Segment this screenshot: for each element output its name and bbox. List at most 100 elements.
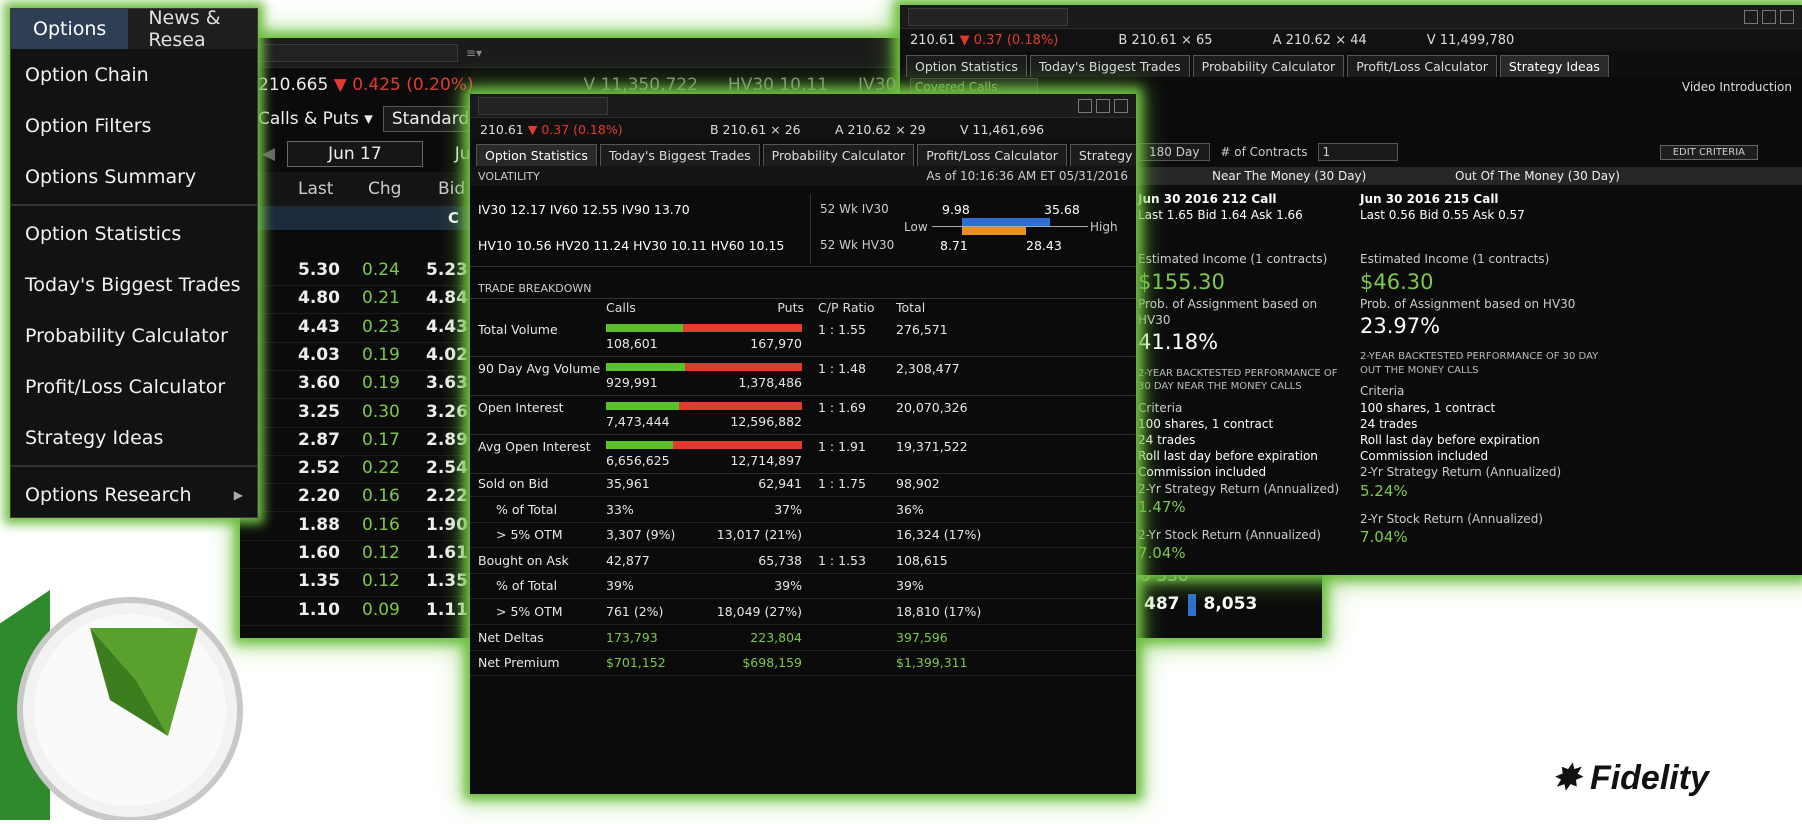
tab-profit-loss-calculator[interactable]: Profit/Loss Calculator	[1347, 55, 1497, 77]
row-divider	[470, 521, 1136, 523]
chain-row[interactable]: 4.03 0.19 4.02	[240, 345, 480, 371]
quote-bid: B 210.61 × 65	[1118, 32, 1213, 48]
layout-menu-icon[interactable]: ≡▾	[466, 46, 482, 60]
chain-cell-last: 2.87	[298, 429, 340, 450]
standard-select[interactable]: Standard	[382, 106, 479, 132]
breakdown-ratio: 1 : 1.55	[818, 322, 866, 337]
chain-row[interactable]: 2.87 0.17 2.89	[240, 430, 480, 456]
menu-item-options-research[interactable]: Options Research ▶	[11, 469, 257, 517]
breakdown-puts: 37%	[774, 501, 802, 517]
breakdown-ratio: 1 : 1.48	[818, 361, 866, 376]
chain-cell-last: 3.25	[298, 401, 340, 422]
chain-row[interactable]: 2.52 0.22 2.54	[240, 458, 480, 485]
contracts-input[interactable]: 1	[1317, 143, 1398, 161]
breakdown-total: 276,571	[896, 322, 948, 337]
near-title: Jun 30 2016 212 Call	[1138, 192, 1277, 206]
calls-volume-bar	[606, 402, 679, 410]
quote-ask: A 210.62 × 44	[1272, 32, 1367, 48]
chain-row[interactable]: 4.43 0.23 4.43	[240, 317, 480, 343]
option-statistics-window: 210.61 ▼ 0.37 (0.18%) B 210.61 × 26 A 21…	[470, 94, 1136, 794]
menu-tab-news-research[interactable]: News & Resea	[128, 9, 257, 51]
breakdown-total: 397,596	[896, 629, 948, 645]
col-chg[interactable]: Chg	[368, 179, 428, 199]
maximize-icon[interactable]	[1762, 9, 1776, 24]
breakdown-calls: 42,877	[606, 552, 650, 568]
puts-volume-bar	[679, 402, 802, 410]
stats-minimize-icon[interactable]	[1078, 98, 1092, 113]
out-stock: 7.04%	[1360, 528, 1408, 546]
breakdown-row-label: 90 Day Avg Volume	[478, 361, 601, 376]
near-income: $155.30	[1138, 269, 1225, 294]
chain-row[interactable]: 1.88 0.16 1.90	[240, 515, 480, 541]
close-icon[interactable]	[1780, 9, 1794, 24]
chain-bottom-2: 487	[1144, 594, 1180, 614]
chain-row[interactable]: 5.30 0.24 5.23	[240, 260, 480, 286]
row-divider	[470, 356, 1136, 357]
breakdown-ratio: 1 : 1.69	[818, 400, 866, 415]
chain-row[interactable]: 1.60 0.12 1.61	[240, 543, 480, 569]
stats-tab-probability[interactable]: Probability Calculator	[762, 144, 915, 166]
period-select[interactable]: 180 Day	[1138, 143, 1211, 161]
chain-row[interactable]: 3.25 0.30 3.26	[240, 402, 480, 428]
chain-row[interactable]: 1.35 0.12 1.35	[240, 571, 480, 598]
tab-probability-calculator[interactable]: Probability Calculator	[1192, 55, 1345, 77]
out-income: $46.30	[1360, 269, 1434, 294]
chain-volume: V 11,350,722	[583, 75, 698, 95]
breakdown-calls: 33%	[606, 501, 634, 517]
out-strat-label: 2-Yr Strategy Return (Annualized)	[1360, 465, 1562, 480]
tab-option-statistics[interactable]: Option Statistics	[906, 55, 1027, 77]
near-money-header: Near The Money (30 Day)	[1212, 169, 1367, 183]
breakdown-puts: 12,714,897	[730, 453, 802, 468]
edit-criteria-button[interactable]: EDIT CRITERIA	[1659, 144, 1758, 160]
symbol-dropdown[interactable]	[908, 7, 1068, 26]
minimize-icon[interactable]	[1744, 9, 1758, 24]
menu-item-options-summary[interactable]: Options Summary	[11, 151, 257, 202]
stats-close-icon[interactable]	[1114, 98, 1128, 113]
row-divider	[470, 473, 1136, 474]
puts-volume-bar	[685, 363, 802, 371]
menu-item-profit-loss-calculator[interactable]: Profit/Loss Calculator	[11, 361, 257, 412]
breakdown-calls: 173,793	[606, 629, 658, 645]
chain-cell-last: 5.30	[298, 260, 340, 280]
chain-cell-chg: 0.12	[362, 571, 400, 592]
video-intro-link[interactable]: Video Introduction	[1682, 80, 1792, 94]
expiry-tab[interactable]: Jun 17	[287, 141, 423, 167]
tab-strategy-ideas[interactable]: Strategy Ideas	[1499, 55, 1609, 77]
stats-tab-option-statistics[interactable]: Option Statistics	[476, 144, 597, 166]
prev-expiry-icon[interactable]: ◀	[262, 144, 275, 164]
calls-volume-bar	[606, 363, 685, 371]
chain-cell-chg: 0.16	[362, 514, 400, 535]
chain-row[interactable]: 4.80 0.21 4.84	[240, 288, 480, 315]
col-calls: Calls	[606, 300, 636, 315]
stats-tab-strategy-ideas[interactable]: Strategy Ideas	[1069, 144, 1136, 166]
menu-tab-options[interactable]: Options	[11, 9, 129, 49]
chain-cell-chg: 0.30	[362, 401, 400, 422]
chain-bar-icon	[1187, 594, 1196, 616]
expiry-tab-next[interactable]: Ju	[455, 144, 471, 164]
menu-item-option-chain[interactable]: Option Chain	[11, 49, 257, 100]
quote-volume: V 11,499,780	[1426, 32, 1515, 48]
stats-tab-biggest-trades[interactable]: Today's Biggest Trades	[599, 144, 760, 166]
menu-item-option-filters[interactable]: Option Filters	[11, 100, 257, 151]
stats-maximize-icon[interactable]	[1096, 98, 1110, 113]
menu-item-strategy-ideas[interactable]: Strategy Ideas	[11, 412, 257, 463]
chain-cell-last: 2.20	[298, 486, 340, 507]
stats-symbol-dropdown[interactable]	[478, 96, 608, 115]
breakdown-row-label: > 5% OTM	[496, 527, 563, 543]
chain-row[interactable]: 3.60 0.19 3.63	[240, 373, 480, 400]
menu-item-option-statistics[interactable]: Option Statistics	[11, 208, 257, 259]
chain-cell-chg: 0.24	[362, 260, 400, 280]
chain-symbol-dropdown[interactable]	[248, 43, 458, 62]
menu-item-biggest-trades[interactable]: Today's Biggest Trades	[11, 259, 257, 310]
stats-tab-profit-loss[interactable]: Profit/Loss Calculator	[917, 144, 1067, 166]
col-cp-ratio: C/P Ratio	[818, 300, 875, 315]
chain-row[interactable]: 2.20 0.16 2.22	[240, 486, 480, 513]
breakdown-total: 98,902	[896, 476, 940, 491]
menu-item-probability-calculator[interactable]: Probability Calculator	[11, 310, 257, 361]
chain-row[interactable]: 1.10 0.09 1.11	[240, 600, 480, 626]
col-last[interactable]: Last	[298, 179, 358, 199]
brand-starburst-icon: ✸	[1552, 759, 1581, 797]
calls-puts-select[interactable]: Calls & Puts ▾	[258, 109, 373, 129]
tab-biggest-trades[interactable]: Today's Biggest Trades	[1029, 55, 1190, 77]
chain-bottom-row: 487 8,053	[1144, 594, 1257, 616]
